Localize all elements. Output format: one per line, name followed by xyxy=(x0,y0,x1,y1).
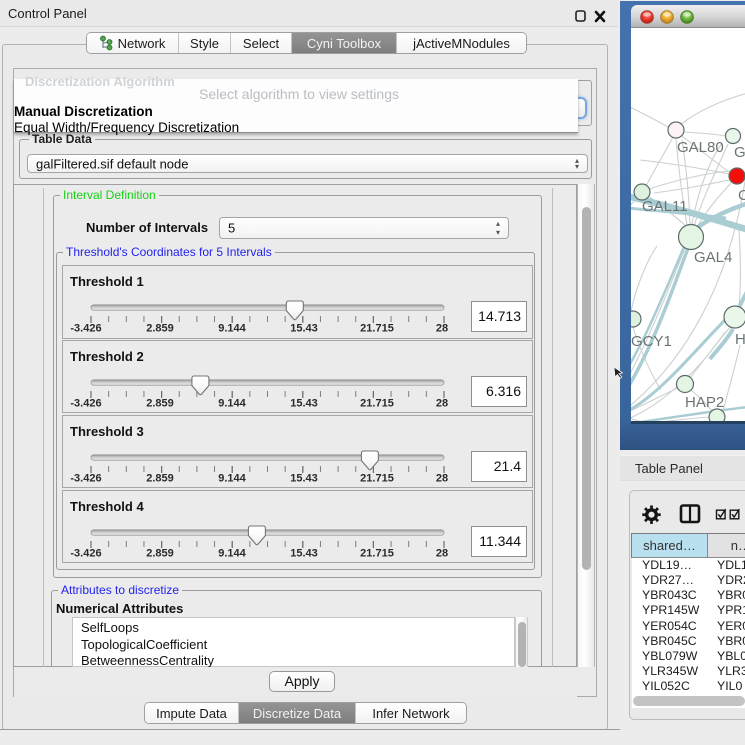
svg-text:GAL80: GAL80 xyxy=(677,139,724,156)
svg-text:21.715: 21.715 xyxy=(360,398,394,410)
svg-text:15.43: 15.43 xyxy=(290,548,318,560)
svg-text:2.859: 2.859 xyxy=(146,548,174,560)
svg-text:GA: GA xyxy=(734,144,745,161)
svg-text:15.43: 15.43 xyxy=(290,398,318,410)
svg-text:2.859: 2.859 xyxy=(146,323,174,335)
svg-text:H: H xyxy=(735,331,745,348)
svg-text:9.144: 9.144 xyxy=(218,398,246,410)
svg-text:-3.426: -3.426 xyxy=(70,323,101,335)
svg-text:15.43: 15.43 xyxy=(290,473,318,485)
svg-text:9.144: 9.144 xyxy=(218,548,246,560)
svg-text:2.859: 2.859 xyxy=(146,473,174,485)
svg-text:28: 28 xyxy=(436,398,448,410)
svg-text:2.859: 2.859 xyxy=(146,398,174,410)
svg-text:-3.426: -3.426 xyxy=(70,473,101,485)
svg-text:15.43: 15.43 xyxy=(290,323,318,335)
svg-text:-3.426: -3.426 xyxy=(70,548,101,560)
svg-text:21.715: 21.715 xyxy=(360,548,394,560)
svg-text:21.715: 21.715 xyxy=(360,473,394,485)
svg-text:HAP2: HAP2 xyxy=(685,394,724,411)
svg-text:28: 28 xyxy=(436,323,448,335)
svg-text:9.144: 9.144 xyxy=(218,473,246,485)
svg-text:21.715: 21.715 xyxy=(360,323,394,335)
svg-text:-3.426: -3.426 xyxy=(70,398,101,410)
svg-text:28: 28 xyxy=(436,548,448,560)
svg-text:C: C xyxy=(738,187,745,204)
svg-text:9.144: 9.144 xyxy=(218,323,246,335)
svg-text:GAL4: GAL4 xyxy=(694,249,732,266)
svg-text:GCY1: GCY1 xyxy=(631,333,672,350)
svg-text:28: 28 xyxy=(436,473,448,485)
svg-text:GAL11: GAL11 xyxy=(642,198,688,215)
